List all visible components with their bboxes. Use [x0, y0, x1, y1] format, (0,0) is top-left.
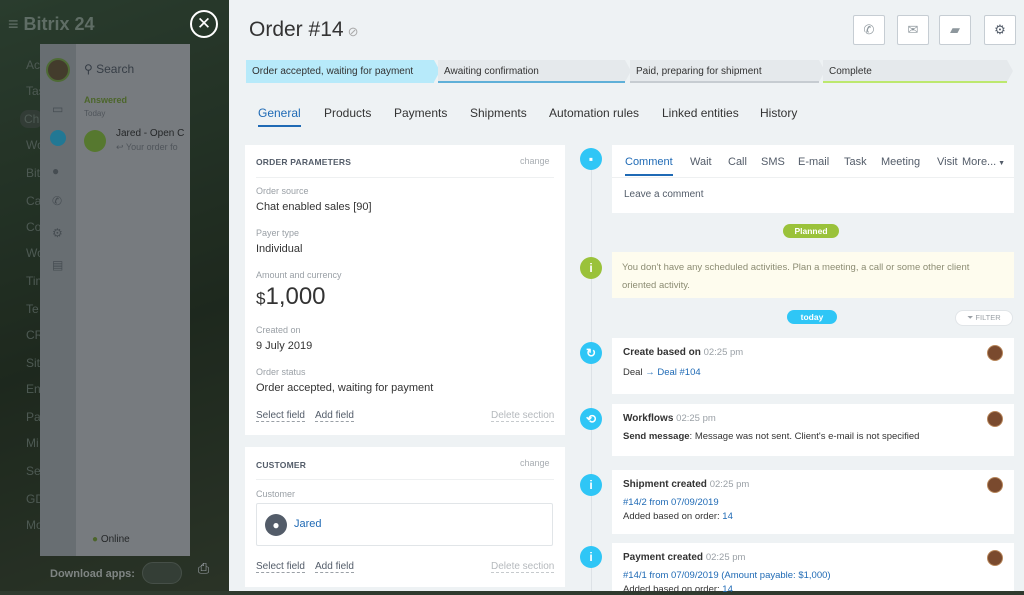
activity-tab-wait[interactable]: Wait	[690, 156, 712, 168]
event-title: Shipment created 02:25 pm	[623, 479, 750, 490]
timeline-event: Workflows 02:25 pm Send message: Message…	[612, 404, 1014, 456]
activity-tab-comment[interactable]: Comment	[625, 156, 673, 176]
event-body: Added based on order: 14	[623, 511, 733, 522]
activity-editor: Comment Wait Call SMS E-mail Task Meetin…	[612, 145, 1014, 213]
print-icon[interactable]: ⎙	[198, 560, 209, 577]
field-label: Payer type	[256, 228, 300, 238]
stage-complete[interactable]: Complete	[823, 60, 1007, 83]
created-on-value: 9 July 2019	[256, 340, 313, 352]
deal-link[interactable]: Deal #104	[657, 367, 700, 378]
activity-more-dropdown[interactable]: More... ▼	[962, 156, 1005, 168]
tab-shipments[interactable]: Shipments	[470, 106, 527, 120]
timeline-event: Payment created 02:25 pm #14/1 from 07/0…	[612, 543, 1014, 595]
tab-general[interactable]: General	[258, 106, 301, 127]
divider	[256, 177, 554, 178]
activity-tab-visit[interactable]: Visit	[937, 156, 958, 168]
customer-entity[interactable]: ● Jared	[256, 503, 553, 546]
activity-tab-call[interactable]: Call	[728, 156, 747, 168]
page-title: Order #14 ⊘	[249, 18, 359, 41]
refresh-icon: ↻	[580, 342, 602, 364]
event-body: Send message: Message was not sent. Clie…	[623, 431, 920, 442]
avatar	[987, 477, 1003, 493]
info-icon: i	[580, 546, 602, 568]
chat-button[interactable]: ▰	[939, 15, 971, 45]
customer-card: CUSTOMER change Customer ● Jared Select …	[245, 447, 565, 587]
change-link[interactable]: change	[520, 458, 550, 468]
settings-button[interactable]: ⚙	[984, 15, 1016, 45]
order-slider: Order #14 ⊘ ✆ ✉ ▰ ⚙ Order accepted, waiti…	[229, 0, 1024, 595]
divider	[612, 177, 1014, 178]
avatar	[987, 550, 1003, 566]
gear-icon: ⚙	[994, 22, 1006, 37]
tab-products[interactable]: Products	[324, 106, 371, 120]
amount-value: $1,000	[256, 283, 326, 310]
timeline-event: Shipment created 02:25 pm #14/2 from 07/…	[612, 470, 1014, 534]
mail-icon: ✉	[907, 22, 919, 37]
filter-button[interactable]: ⏷ FILTER	[955, 310, 1013, 326]
close-button[interactable]: ✕	[190, 10, 218, 38]
event-body: Deal → Deal #104	[623, 367, 701, 378]
order-source-value: Chat enabled sales [90]	[256, 201, 372, 213]
order-link[interactable]: 14	[722, 511, 733, 522]
stage-arrow	[1007, 60, 1013, 82]
event-title: Workflows 02:25 pm	[623, 413, 716, 424]
chat-bubble-icon: ▰	[950, 22, 960, 37]
today-badge: today	[787, 310, 837, 324]
field-label: Order status	[256, 367, 306, 377]
field-label: Created on	[256, 325, 301, 335]
chevron-down-icon: ▼	[996, 160, 1006, 167]
phone-icon: ✆	[863, 22, 875, 37]
payment-link[interactable]: #14/1 from 07/09/2019 (Amount payable: $…	[623, 570, 831, 581]
customer-name-link[interactable]: Jared	[294, 518, 322, 530]
info-icon: i	[580, 474, 602, 496]
info-icon: i	[580, 257, 602, 279]
tab-automation-rules[interactable]: Automation rules	[549, 106, 639, 120]
user-icon: ●	[265, 514, 287, 536]
shipment-link[interactable]: #14/2 from 07/09/2019	[623, 497, 719, 508]
planned-empty-notice: You don't have any scheduled activities.…	[612, 252, 1014, 298]
activity-tab-meeting[interactable]: Meeting	[881, 156, 920, 168]
comment-input[interactable]: Leave a comment	[624, 189, 704, 200]
activity-tab-sms[interactable]: SMS	[761, 156, 785, 168]
order-status-value: Order accepted, waiting for payment	[256, 382, 434, 394]
order-link[interactable]: 14	[722, 584, 733, 595]
workflow-icon: ⟲	[580, 408, 602, 430]
event-title: Create based on 02:25 pm	[623, 347, 744, 358]
field-label: Order source	[256, 186, 309, 196]
change-link[interactable]: change	[520, 156, 550, 166]
select-field-link[interactable]: Select field	[256, 410, 305, 422]
add-field-link[interactable]: Add field	[315, 410, 354, 422]
add-field-link[interactable]: Add field	[315, 561, 354, 573]
event-title: Payment created 02:25 pm	[623, 552, 746, 563]
activity-tab-email[interactable]: E-mail	[798, 156, 829, 168]
timeline-line	[591, 148, 592, 591]
tab-payments[interactable]: Payments	[394, 106, 447, 120]
tab-linked-entities[interactable]: Linked entities	[662, 106, 739, 120]
activity-tab-task[interactable]: Task	[844, 156, 867, 168]
delete-section-link[interactable]: Delete section	[491, 410, 555, 422]
select-field-link[interactable]: Select field	[256, 561, 305, 573]
planned-badge: Planned	[783, 224, 839, 238]
stage-paid-preparing[interactable]: Paid, preparing for shipment	[630, 60, 819, 83]
section-title: CUSTOMER	[256, 460, 307, 470]
payer-type-value: Individual	[256, 243, 303, 255]
phone-button[interactable]: ✆	[853, 15, 885, 45]
timeline-event: Create based on 02:25 pm Deal → Deal #10…	[612, 338, 1014, 394]
comment-icon: ▪	[580, 148, 602, 170]
stage-order-accepted[interactable]: Order accepted, waiting for payment	[246, 60, 434, 83]
field-label: Amount and currency	[256, 270, 342, 280]
mail-button[interactable]: ✉	[897, 15, 929, 45]
tab-history[interactable]: History	[760, 106, 797, 120]
delete-section-link[interactable]: Delete section	[491, 561, 555, 573]
avatar	[987, 411, 1003, 427]
section-title: ORDER PARAMETERS	[256, 157, 352, 167]
event-body: Added based on order: 14	[623, 584, 733, 595]
order-parameters-card: ORDER PARAMETERS change Order source Cha…	[245, 145, 565, 435]
avatar	[987, 345, 1003, 361]
divider	[256, 479, 554, 480]
field-label: Customer	[256, 489, 296, 499]
stage-awaiting-confirmation[interactable]: Awaiting confirmation	[438, 60, 625, 83]
link-icon[interactable]: ⊘	[348, 24, 359, 39]
